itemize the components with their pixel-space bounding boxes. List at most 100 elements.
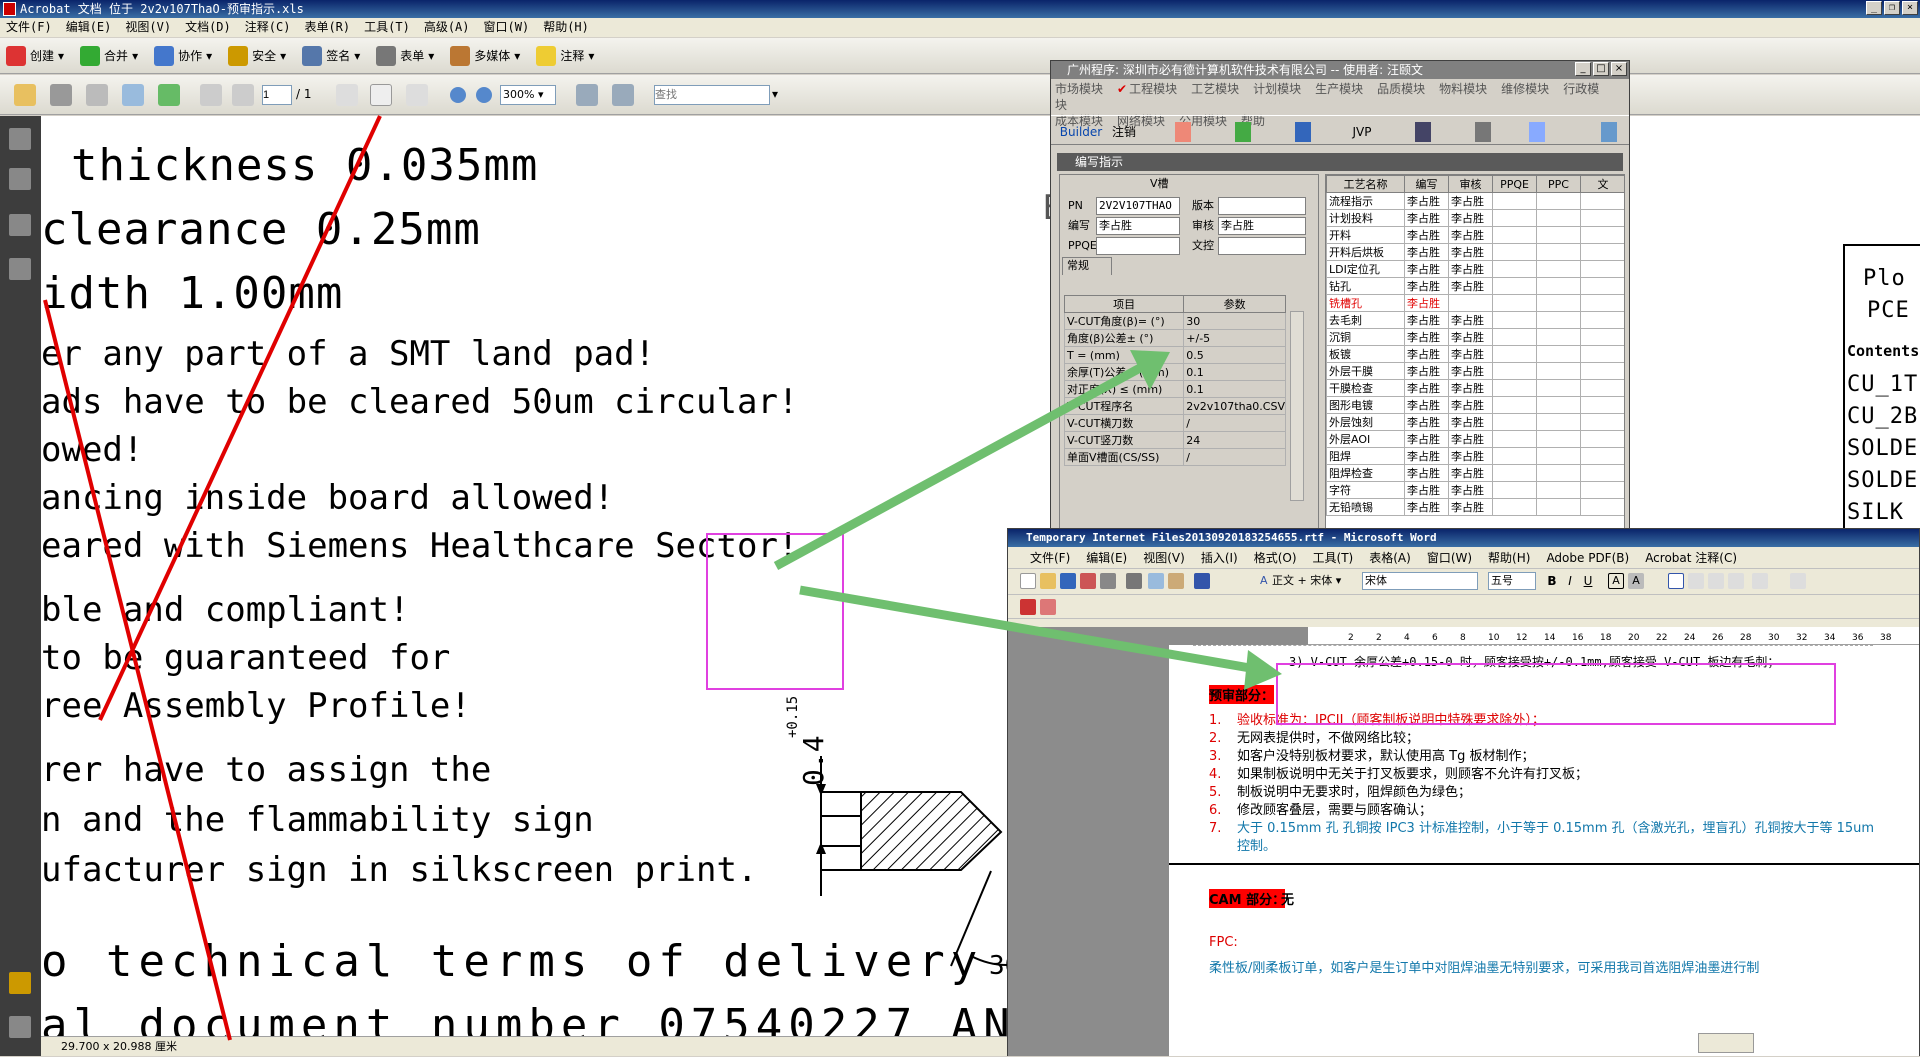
copy-icon[interactable] [1148, 573, 1164, 589]
menu-tools[interactable]: 工具(T) [364, 18, 410, 37]
select-tool-icon[interactable] [336, 84, 358, 106]
pages-icon[interactable] [9, 168, 31, 190]
excel-icon[interactable] [1235, 122, 1251, 142]
word-menu-table[interactable]: 表格(A) [1369, 547, 1411, 568]
param-row[interactable]: 角度(β)公差± (°) +/-5 [1063, 329, 1286, 347]
font-select[interactable]: 宋体 [1362, 572, 1478, 590]
word-menu-window[interactable]: 窗口(W) [1427, 547, 1472, 568]
char-border-icon[interactable]: A [1608, 573, 1624, 589]
process-row[interactable]: 开料后烘板 李占胜 李占胜 [1326, 243, 1624, 261]
process-row[interactable]: 计划投料 李占胜 李占胜 [1326, 209, 1624, 227]
search-input[interactable] [654, 85, 770, 105]
justify-icon[interactable] [1728, 573, 1744, 589]
menu-edit[interactable]: 编辑(E) [66, 18, 112, 37]
process-row[interactable]: 外层干膜 李占胜 李占胜 [1326, 362, 1624, 380]
signatures-icon[interactable] [9, 258, 31, 280]
permission-icon[interactable] [1080, 573, 1096, 589]
delete-icon[interactable] [1475, 122, 1491, 142]
menu-process[interactable]: 工艺模块 [1191, 82, 1239, 96]
print-icon[interactable] [50, 84, 72, 106]
erp-close-button[interactable]: × [1611, 62, 1627, 76]
control-field[interactable] [1218, 237, 1306, 255]
forms-button[interactable]: 表单 ▾ [376, 45, 434, 66]
prev-page-icon[interactable] [200, 84, 222, 106]
multimedia-button[interactable]: 多媒体 ▾ [450, 45, 520, 66]
param-row[interactable]: V-CUT横刀数 / [1063, 414, 1286, 432]
menu-advanced[interactable]: 高级(A) [424, 18, 470, 37]
bold-icon[interactable]: B [1544, 573, 1560, 589]
word-menu-edit[interactable]: 编辑(E) [1086, 547, 1127, 568]
param-scrollbar[interactable] [1290, 311, 1304, 501]
hand-tool-icon[interactable] [370, 84, 392, 106]
zoom-out-icon[interactable] [450, 87, 466, 103]
underline-icon[interactable]: U [1580, 573, 1596, 589]
align-right-icon[interactable] [1708, 573, 1724, 589]
restore-button[interactable]: ❐ [1884, 1, 1900, 15]
comment-button[interactable]: 注释 ▾ [536, 45, 594, 66]
menu-help[interactable]: 帮助(H) [543, 18, 589, 37]
exit-icon[interactable] [1601, 122, 1617, 142]
param-row[interactable]: V-CUT竖刀数 24 [1063, 431, 1286, 449]
paste-icon[interactable] [1168, 573, 1184, 589]
sign-button[interactable]: 签名 ▾ [302, 45, 360, 66]
numbering-icon[interactable] [1790, 573, 1806, 589]
menu-quality[interactable]: 品质模块 [1377, 82, 1425, 96]
search-dropdown-icon[interactable]: ▾ [772, 87, 778, 101]
param-row[interactable]: 单面V槽面(CS/SS) / [1063, 448, 1286, 466]
param-row[interactable]: 对正度(X) ≤ (mm) 0.1 [1063, 380, 1286, 398]
view-icon[interactable] [1415, 122, 1431, 142]
process-row[interactable]: 无铅喷锡 李占胜 李占胜 [1326, 498, 1624, 516]
web-icon[interactable] [158, 84, 180, 106]
attachments-icon[interactable] [9, 1016, 31, 1038]
create-button[interactable]: 创建 ▾ [6, 45, 64, 66]
bookmarks-icon[interactable] [9, 214, 31, 236]
zoom-select[interactable]: 300% ▾ [500, 85, 556, 105]
param-row[interactable]: V-CUT角度(β)= (°) 30 [1063, 312, 1286, 330]
process-row[interactable]: 开料 李占胜 李占胜 [1326, 226, 1624, 244]
save-icon[interactable] [1060, 573, 1076, 589]
fit-page-icon[interactable] [576, 84, 598, 106]
italic-icon[interactable]: I [1562, 573, 1578, 589]
process-row[interactable]: 外层蚀刻 李占胜 李占胜 [1326, 413, 1624, 431]
comments-icon[interactable] [9, 972, 31, 994]
param-row[interactable]: V-CUT程序名 2v2v107tha0.CSV [1063, 397, 1286, 415]
erp-minimize-button[interactable]: _ [1575, 62, 1591, 76]
align-left-icon[interactable] [1668, 573, 1684, 589]
word-menu-view[interactable]: 视图(V) [1143, 547, 1185, 568]
process-row[interactable]: 钻孔 李占胜 李占胜 [1326, 277, 1624, 295]
style-select[interactable]: 正文 + 宋体 ▾ [1272, 572, 1356, 590]
pdf-export-icon[interactable] [1175, 122, 1191, 142]
collaborate-button[interactable]: 协作 ▾ [154, 45, 212, 66]
writer-field[interactable]: 李占胜 [1096, 217, 1180, 235]
word-menu-help[interactable]: 帮助(H) [1488, 547, 1530, 568]
menu-plan[interactable]: 计划模块 [1253, 82, 1301, 96]
erp-maximize-button[interactable]: □ [1593, 62, 1609, 76]
logout-button[interactable]: 注销 [1109, 122, 1139, 142]
fit-width-icon[interactable] [612, 84, 634, 106]
lock-icon[interactable] [9, 128, 31, 150]
secure-button[interactable]: 安全 ▾ [228, 45, 286, 66]
tab-general[interactable]: 常规 [1062, 257, 1112, 275]
reviewer-field[interactable]: 李占胜 [1218, 217, 1306, 235]
zoom-tool-icon[interactable] [406, 84, 428, 106]
menu-comments[interactable]: 注释(C) [245, 18, 291, 37]
combine-button[interactable]: 合并 ▾ [80, 45, 138, 66]
word-status-icons[interactable] [1698, 1033, 1754, 1053]
convert-pdf-icon[interactable] [1020, 599, 1036, 615]
menu-document[interactable]: 文档(D) [185, 18, 231, 37]
word-icon[interactable] [1295, 122, 1311, 142]
undo-icon[interactable] [1194, 573, 1210, 589]
menu-engineering[interactable]: 工程模块 [1129, 82, 1177, 96]
word-menu-tools[interactable]: 工具(T) [1313, 547, 1354, 568]
process-row[interactable]: 阻焊检查 李占胜 李占胜 [1326, 464, 1624, 482]
menu-forms[interactable]: 表单(R) [304, 18, 350, 37]
convert-email-pdf-icon[interactable] [1040, 599, 1056, 615]
process-row[interactable]: 干膜检查 李占胜 李占胜 [1326, 379, 1624, 397]
word-menu-adobe-pdf[interactable]: Adobe PDF(B) [1546, 547, 1629, 568]
word-menu-file[interactable]: 文件(F) [1030, 547, 1070, 568]
close-button[interactable]: × [1902, 1, 1918, 15]
process-row[interactable]: LDI定位孔 李占胜 李占胜 [1326, 260, 1624, 278]
email-icon[interactable] [122, 84, 144, 106]
process-row[interactable]: 沉铜 李占胜 李占胜 [1326, 328, 1624, 346]
jvp-button[interactable]: JVP [1347, 122, 1377, 142]
